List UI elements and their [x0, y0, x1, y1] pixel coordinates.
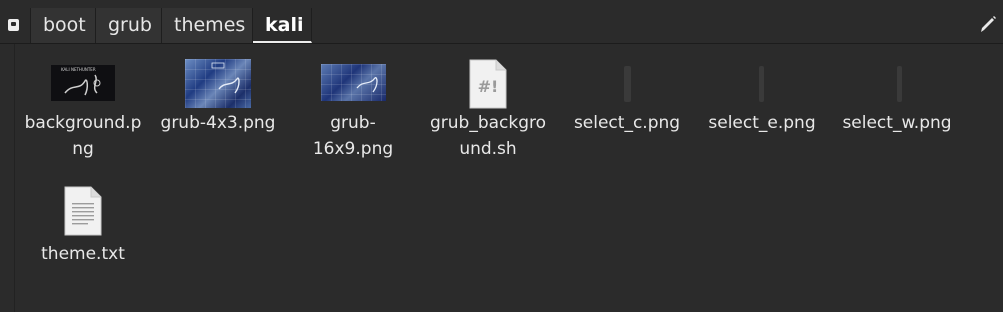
script-file-icon: #!: [469, 59, 507, 109]
file-item[interactable]: #! grub_backgro und.sh: [421, 44, 555, 162]
drive-icon: [8, 19, 19, 31]
file-item[interactable]: select_c.png: [560, 44, 694, 136]
image-thumbnail: [759, 66, 764, 102]
file-view[interactable]: KALI NETHUNTER background.p ng grub-4x3.…: [14, 44, 1003, 312]
file-name: grub_backgro und.sh: [429, 113, 547, 159]
image-thumbnail: [185, 59, 251, 108]
drive-button[interactable]: [0, 8, 31, 43]
image-thumbnail: [624, 66, 631, 102]
file-item[interactable]: grub-16x9.png: [286, 44, 420, 162]
pencil-icon: [981, 16, 996, 32]
crumb-boot[interactable]: boot: [31, 8, 96, 43]
file-item[interactable]: theme.txt: [16, 185, 150, 267]
image-thumbnail: [897, 66, 902, 102]
crumb-themes[interactable]: themes: [162, 8, 253, 43]
thumbnail-logo-text: KALI NETHUNTER: [61, 67, 96, 72]
file-manager-window: boot grub themes kali KALI NETHUNTER bac…: [0, 0, 1003, 312]
crumb-grub[interactable]: grub: [96, 8, 162, 43]
edit-location-button[interactable]: [977, 12, 999, 38]
svg-text:#!: #!: [478, 77, 499, 96]
file-item[interactable]: KALI NETHUNTER background.p ng: [16, 44, 150, 162]
file-item[interactable]: select_w.png: [830, 44, 964, 136]
file-name: select_e.png: [708, 113, 816, 133]
path-bar: boot grub themes kali: [0, 0, 1003, 44]
image-thumbnail: [321, 64, 386, 101]
file-name: grub-4x3.png: [160, 113, 276, 133]
breadcrumb: boot grub themes kali: [31, 8, 312, 43]
file-name: background.p ng: [24, 113, 142, 159]
file-item[interactable]: grub-4x3.png: [151, 44, 285, 136]
file-name: grub-16x9.png: [312, 113, 394, 159]
file-item[interactable]: select_e.png: [695, 44, 829, 136]
file-name: select_c.png: [573, 113, 681, 133]
file-name: select_w.png: [842, 113, 952, 133]
image-thumbnail: KALI NETHUNTER: [51, 65, 115, 101]
text-file-icon: [64, 186, 102, 236]
crumb-kali[interactable]: kali: [253, 8, 312, 43]
